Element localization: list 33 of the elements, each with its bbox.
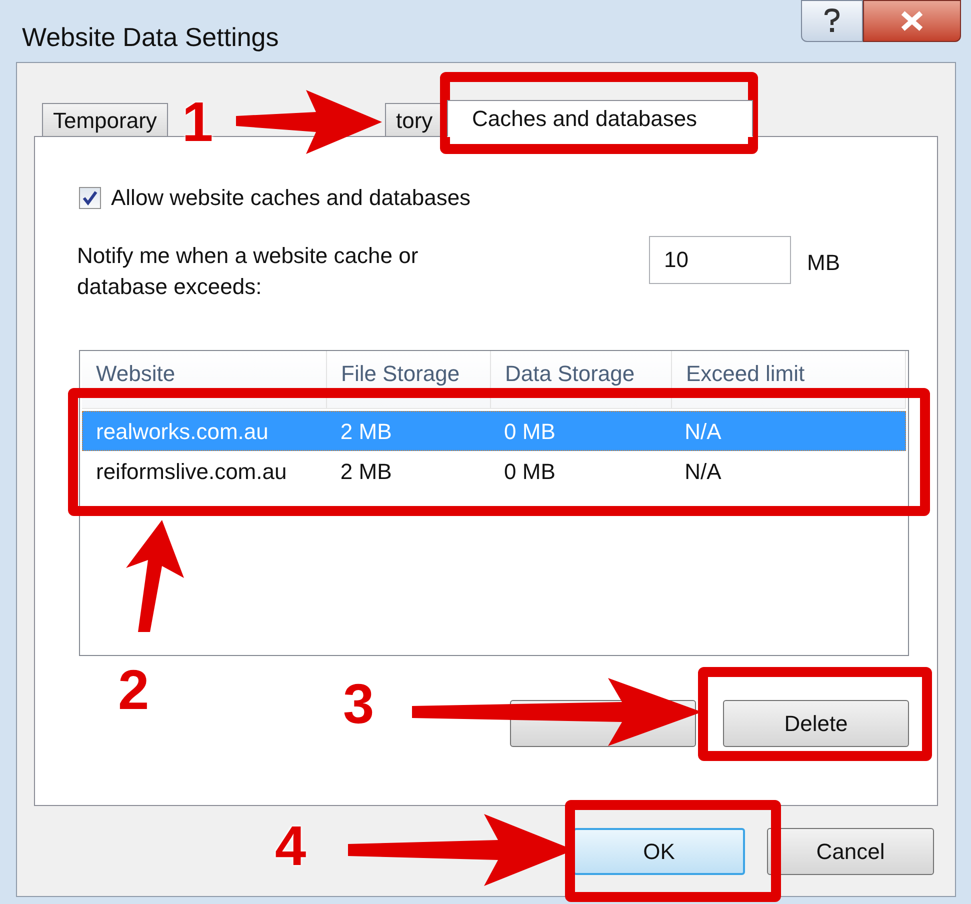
- step-number: 2: [118, 662, 150, 718]
- table-cell-text: 2 MB: [339, 418, 393, 446]
- ok-button[interactable]: OK: [573, 828, 745, 875]
- checkbox[interactable]: [79, 186, 101, 208]
- tab[interactable]: Caches and databases: [447, 100, 753, 137]
- checkmark-icon: [82, 190, 98, 206]
- checkbox-label: Allow website caches and databases: [111, 184, 471, 212]
- delete-button[interactable]: Delete: [723, 700, 909, 747]
- table-cell-text: N/A: [684, 458, 722, 486]
- step-number: 3: [343, 676, 374, 732]
- close-button[interactable]: [863, 0, 961, 42]
- table-cell-text: reiformslive.com.au: [95, 458, 288, 486]
- step-number: 4: [275, 818, 306, 874]
- column-header[interactable]: Exceed limit: [672, 351, 906, 408]
- tab[interactable]: Temporary: [42, 103, 168, 136]
- table-cell-text: N/A: [684, 418, 722, 446]
- help-button[interactable]: [801, 0, 863, 42]
- column-header[interactable]: Data Storage: [491, 351, 672, 408]
- cancel-button[interactable]: Cancel: [767, 828, 934, 875]
- step-number: 1: [182, 94, 214, 150]
- help-icon: [823, 8, 841, 34]
- table-cell-text: realworks.com.au: [95, 418, 270, 446]
- list-row[interactable]: reiformslive.com.au 2 MB 0 MB N/A: [82, 451, 906, 491]
- window-title: Website Data Settings: [21, 21, 279, 54]
- column-header[interactable]: Website: [82, 351, 327, 408]
- close-icon: [899, 10, 925, 32]
- table-cell-text: 0 MB: [503, 418, 556, 446]
- table-cell-text: 2 MB: [339, 458, 393, 486]
- column-header[interactable]: File Storage: [327, 351, 491, 408]
- unit-label: MB: [807, 249, 840, 277]
- size-input[interactable]: 10: [649, 236, 791, 284]
- notify-label: Notify me when a website cache or database exceeds:: [77, 242, 420, 301]
- table-cell-text: 0 MB: [503, 458, 556, 486]
